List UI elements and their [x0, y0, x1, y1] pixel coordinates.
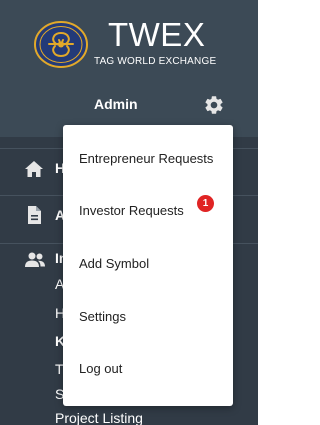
menu-item-label: Investor Requests: [79, 203, 184, 218]
menu-item-settings[interactable]: Settings: [63, 298, 233, 338]
menu-item-investor-requests[interactable]: Investor Requests 1: [63, 192, 233, 232]
menu-item-label: Log out: [79, 361, 123, 376]
sidebar-subitem-project-listing[interactable]: Project Listing: [55, 410, 143, 425]
admin-dropdown-menu: Entrepreneur Requests Investor Requests …: [63, 125, 233, 406]
notification-badge: 1: [197, 195, 214, 212]
menu-item-label: Entrepreneur Requests: [79, 151, 214, 166]
menu-item-add-symbol[interactable]: Add Symbol: [63, 245, 233, 285]
menu-item-label: Add Symbol: [79, 256, 150, 271]
menu-item-entrepreneur-requests[interactable]: Entrepreneur Requests: [63, 140, 233, 180]
twex-logo-emblem: [34, 21, 88, 68]
menu-item-label: Settings: [79, 309, 126, 324]
brand-subtitle: TAG WORLD EXCHANGE: [94, 56, 217, 67]
gear-icon[interactable]: [203, 94, 225, 116]
menu-item-log-out[interactable]: Log out: [63, 350, 233, 390]
sidebar-header: TWEX TAG WORLD EXCHANGE Admin: [0, 0, 258, 137]
user-name-label[interactable]: Admin: [94, 96, 138, 112]
home-icon: [25, 161, 43, 177]
users-icon: [25, 252, 45, 267]
file-icon: [28, 206, 41, 224]
brand-name: TWEX: [108, 16, 206, 53]
